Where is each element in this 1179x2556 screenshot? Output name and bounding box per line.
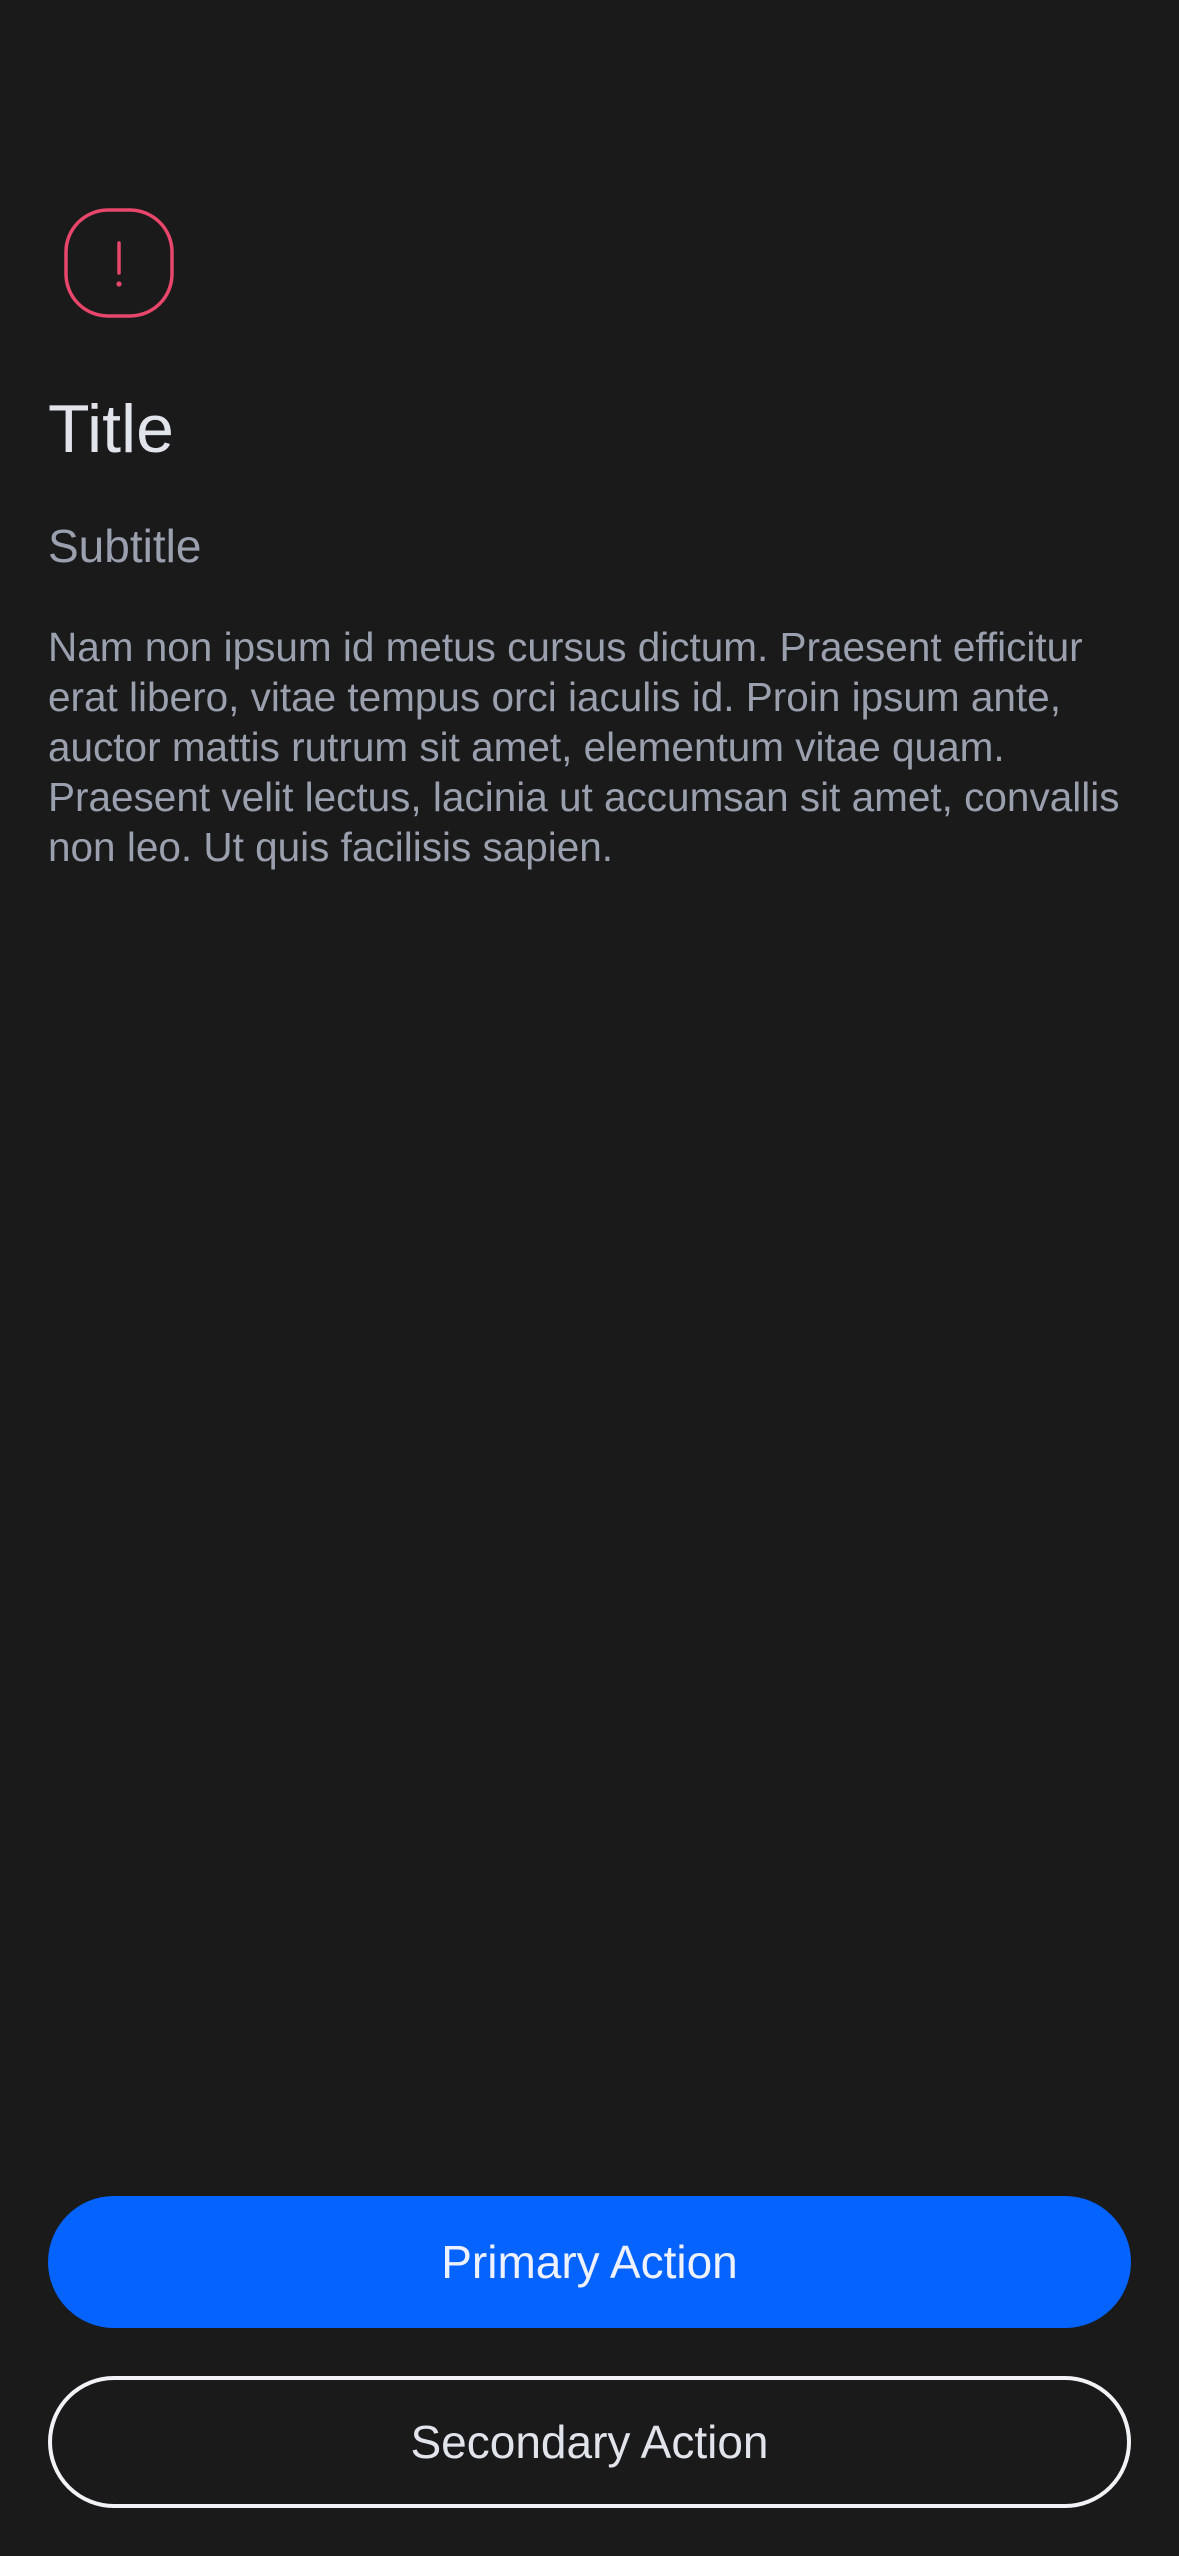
primary-action-button[interactable]: Primary Action xyxy=(48,2196,1131,2328)
page-subtitle: Subtitle xyxy=(48,520,202,572)
page-title: Title xyxy=(48,391,174,467)
body-text: Nam non ipsum id metus cursus dictum. Pr… xyxy=(48,624,1120,870)
exclamation-icon xyxy=(64,208,174,318)
exclamation-icon-graphic xyxy=(64,208,174,318)
alert-screen: Title Subtitle Nam non ipsum id metus cu… xyxy=(0,0,1179,2556)
secondary-action-button[interactable]: Secondary Action xyxy=(48,2376,1131,2508)
